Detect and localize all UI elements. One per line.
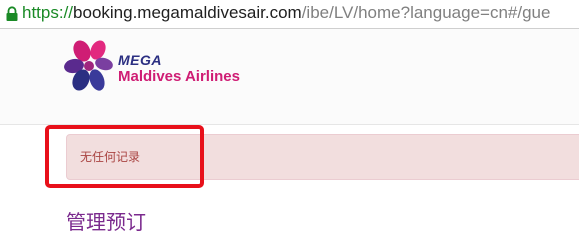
url-path: /ibe/LV/home?language=cn#/gue [301, 3, 551, 22]
airline-logo[interactable]: MEGA Maldives Airlines [64, 40, 274, 100]
logo-airline-name: Maldives Airlines [118, 68, 240, 85]
url-text[interactable]: https://booking.megamaldivesair.com/ibe/… [22, 2, 550, 24]
logo-flower-icon [64, 40, 113, 91]
browser-address-bar[interactable]: https://booking.megamaldivesair.com/ibe/… [0, 0, 579, 29]
highlight-annotation-box [45, 125, 204, 188]
page-title: 管理预订 [66, 210, 146, 234]
url-scheme: https:// [22, 3, 74, 22]
lock-icon [6, 6, 18, 21]
logo-mega-text: MEGA [118, 52, 162, 68]
url-host: booking.megamaldivesair.com [73, 3, 302, 22]
